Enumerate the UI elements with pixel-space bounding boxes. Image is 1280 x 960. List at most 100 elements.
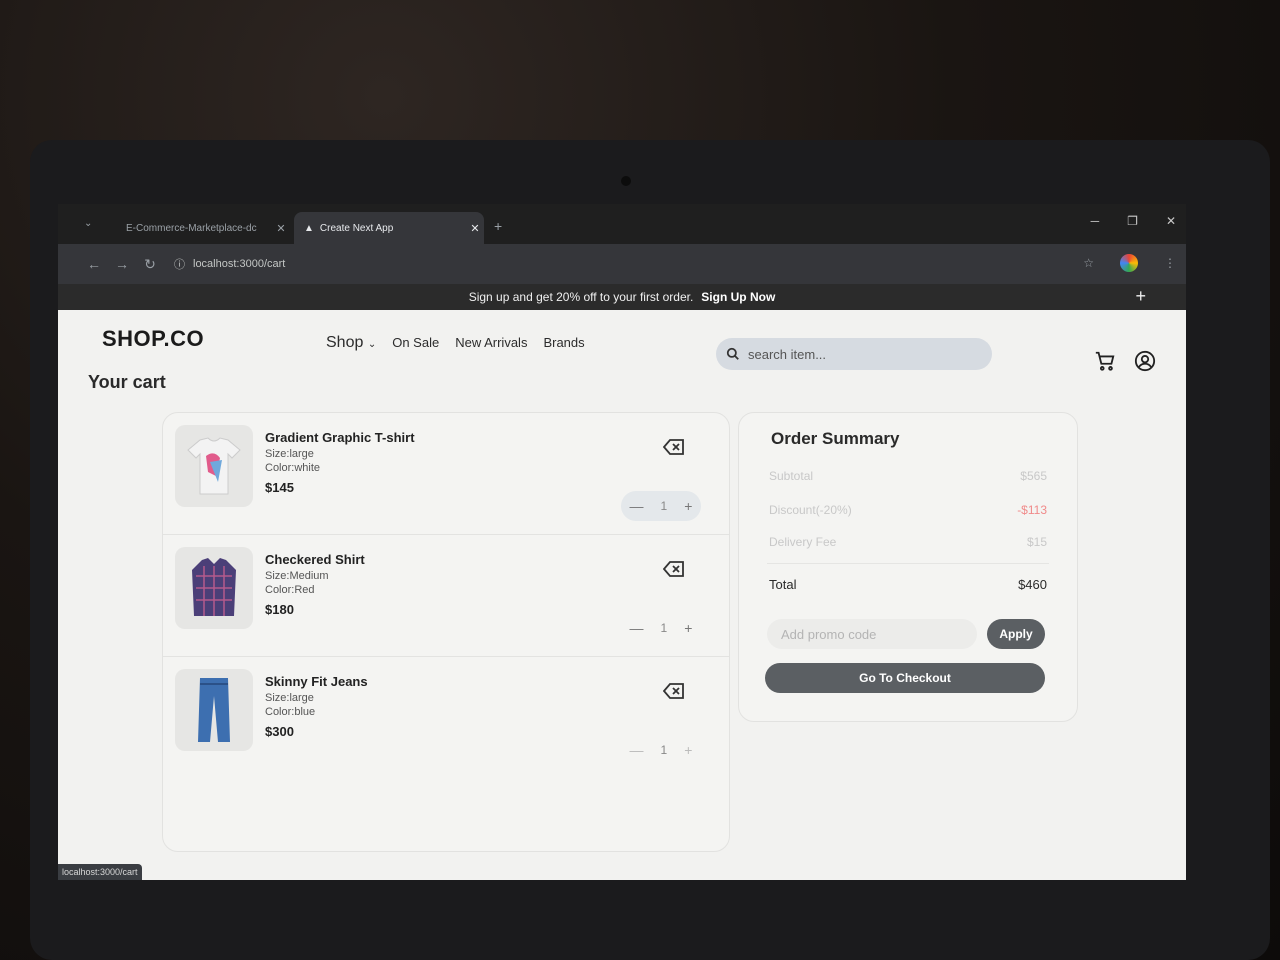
cart-icon[interactable] xyxy=(1094,350,1116,372)
tab-ecommerce[interactable]: E-Commerce-Marketplace-dc ✕ xyxy=(120,212,290,244)
discount-value: -$113 xyxy=(1017,503,1047,517)
increase-qty-button[interactable]: + xyxy=(684,742,692,758)
quantity-stepper: — 1 + xyxy=(621,491,701,521)
apply-promo-button[interactable]: Apply xyxy=(987,619,1045,649)
decrease-qty-button[interactable]: — xyxy=(630,742,644,758)
product-image-tshirt[interactable] xyxy=(175,425,253,507)
quantity-value: 1 xyxy=(660,621,668,635)
cart-item: Gradient Graphic T-shirt Size:large Colo… xyxy=(163,413,729,535)
promo-code-field xyxy=(767,619,977,649)
nav-brands[interactable]: Brands xyxy=(543,335,584,350)
delete-item-icon[interactable] xyxy=(663,561,685,577)
window-controls: ─ ❐ ✕ xyxy=(1091,214,1176,228)
delivery-value: $15 xyxy=(1026,535,1047,549)
item-details: Gradient Graphic T-shirt Size:large Colo… xyxy=(265,429,415,497)
item-name: Skinny Fit Jeans xyxy=(265,674,368,689)
cart-items-list: Gradient Graphic T-shirt Size:large Colo… xyxy=(162,412,730,852)
toolbar-actions: ☆ ⋮ xyxy=(1083,254,1176,272)
item-name: Checkered Shirt xyxy=(265,552,365,567)
product-image-shirt[interactable] xyxy=(175,547,253,629)
header-icons xyxy=(1094,350,1156,372)
sign-up-link[interactable]: Sign Up Now xyxy=(701,290,775,304)
quantity-stepper: — 1 + xyxy=(621,613,701,643)
item-color: Color:white xyxy=(265,462,321,475)
item-size: Size:Medium xyxy=(265,569,329,582)
tab-label: E-Commerce-Marketplace-dc xyxy=(126,222,257,234)
back-arrow-icon[interactable]: ← xyxy=(80,256,108,272)
quantity-value: 1 xyxy=(660,743,668,757)
restore-icon[interactable]: ❐ xyxy=(1127,214,1138,228)
announcement-text: Sign up and get 20% off to your first or… xyxy=(468,290,694,304)
announcement-bar: Sign up and get 20% off to your first or… xyxy=(58,284,1186,310)
item-price: $145 xyxy=(265,480,294,496)
tab-search-icon[interactable]: ⌄ xyxy=(84,218,92,229)
profile-avatar[interactable] xyxy=(1120,254,1138,272)
product-image-jeans[interactable] xyxy=(175,669,253,751)
browser-window: ⌄ E-Commerce-Marketplace-dc ✕ ▲ Create N… xyxy=(58,204,1186,880)
account-icon[interactable] xyxy=(1134,350,1156,372)
main-nav: Shop ⌄ On Sale New Arrivals Brands xyxy=(326,334,585,352)
subtotal-row: Subtotal $565 xyxy=(769,469,1047,483)
delivery-row: Delivery Fee $15 xyxy=(769,535,1047,549)
nav-shop[interactable]: Shop ⌄ xyxy=(326,334,376,352)
delivery-label: Delivery Fee xyxy=(769,535,837,549)
minimize-icon[interactable]: ─ xyxy=(1091,214,1100,228)
item-size: Size:large xyxy=(265,447,314,460)
decrease-qty-button[interactable]: — xyxy=(630,498,644,514)
summary-title: Order Summary xyxy=(771,429,900,448)
order-summary: Order Summary Subtotal $565 Discount(-20… xyxy=(738,412,1078,722)
forward-arrow-icon[interactable]: → xyxy=(108,256,136,272)
menu-dots-icon[interactable]: ⋮ xyxy=(1164,256,1176,270)
reload-icon[interactable]: ↻ xyxy=(136,256,164,273)
status-bar-url: localhost:3000/cart xyxy=(58,864,142,880)
webcam xyxy=(621,176,631,186)
close-announcement-icon[interactable]: + xyxy=(1135,286,1146,307)
nav-new-arrivals[interactable]: New Arrivals xyxy=(455,335,527,350)
item-color: Color:blue xyxy=(265,706,316,719)
subtotal-label: Subtotal xyxy=(769,469,814,483)
item-color: Color:Red xyxy=(265,584,315,597)
close-tab-icon[interactable]: ✕ xyxy=(466,222,484,235)
item-details: Checkered Shirt Size:Medium Color:Red $1… xyxy=(265,551,365,619)
site-info-icon[interactable]: ⓘ xyxy=(174,256,185,272)
delete-item-icon[interactable] xyxy=(663,439,685,455)
close-tab-icon[interactable]: ✕ xyxy=(272,222,290,235)
page-title: Your cart xyxy=(88,372,166,392)
nextjs-favicon-icon: ▲ xyxy=(304,222,314,234)
cart-item: Checkered Shirt Size:Medium Color:Red $1… xyxy=(163,535,729,657)
address-bar[interactable]: ⓘ localhost:3000/cart xyxy=(174,256,285,272)
browser-toolbar: ← → ↻ ⓘ localhost:3000/cart ☆ ⋮ xyxy=(58,244,1186,284)
total-row: Total $460 xyxy=(769,577,1047,592)
site-logo[interactable]: SHOP.CO xyxy=(102,326,204,352)
tab-strip: ⌄ E-Commerce-Marketplace-dc ✕ ▲ Create N… xyxy=(58,204,1186,244)
increase-qty-button[interactable]: + xyxy=(684,620,692,636)
item-name: Gradient Graphic T-shirt xyxy=(265,430,415,445)
discount-row: Discount(-20%) -$113 xyxy=(769,503,1047,517)
close-window-icon[interactable]: ✕ xyxy=(1166,214,1176,228)
web-page: Sign up and get 20% off to your first or… xyxy=(58,284,1186,880)
quantity-value: 1 xyxy=(660,499,668,513)
address-url: localhost:3000/cart xyxy=(193,258,286,270)
subtotal-value: $565 xyxy=(1020,469,1047,483)
discount-label: Discount(-20%) xyxy=(769,503,852,517)
item-price: $300 xyxy=(265,724,294,740)
delete-item-icon[interactable] xyxy=(663,683,685,699)
site-header: SHOP.CO Shop ⌄ On Sale New Arrivals Bran… xyxy=(58,310,1186,400)
chevron-down-icon: ⌄ xyxy=(367,339,377,350)
search-input[interactable] xyxy=(748,346,968,362)
item-details: Skinny Fit Jeans Size:large Color:blue $… xyxy=(265,673,368,741)
search-bar xyxy=(716,338,992,370)
nav-on-sale[interactable]: On Sale xyxy=(392,335,439,350)
quantity-stepper: — 1 + xyxy=(621,735,701,765)
search-icon xyxy=(726,347,739,360)
total-value: $460 xyxy=(1018,577,1047,592)
decrease-qty-button[interactable]: — xyxy=(630,620,644,636)
checkout-button[interactable]: Go To Checkout xyxy=(765,663,1045,693)
increase-qty-button[interactable]: + xyxy=(684,498,692,514)
bookmark-star-icon[interactable]: ☆ xyxy=(1083,256,1094,270)
new-tab-icon[interactable]: + xyxy=(494,218,502,234)
total-label: Total xyxy=(769,577,797,592)
promo-code-input[interactable] xyxy=(781,626,971,642)
tab-create-next-app[interactable]: ▲ Create Next App ✕ xyxy=(294,212,484,244)
item-size: Size:large xyxy=(265,691,314,704)
